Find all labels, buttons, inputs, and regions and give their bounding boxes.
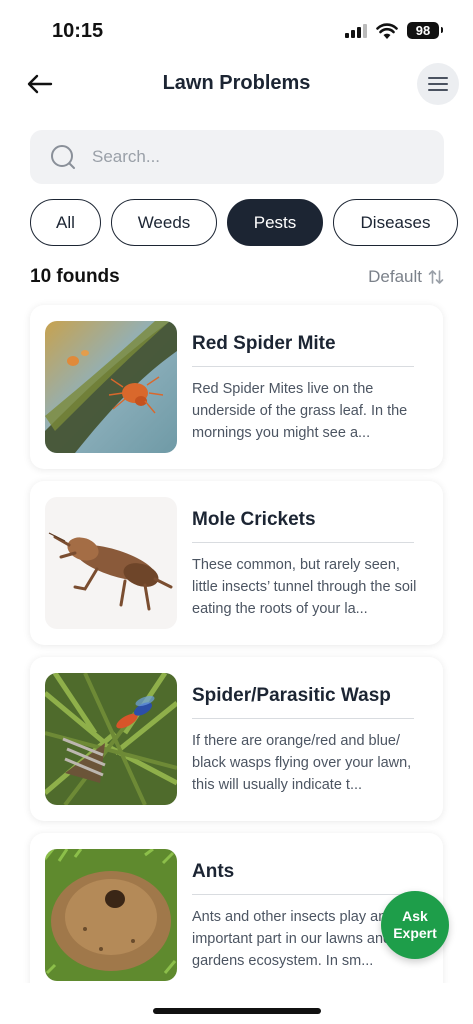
item-divider	[192, 366, 414, 367]
ask-expert-button[interactable]: Ask Expert	[381, 891, 449, 959]
bottom-safe-area	[0, 983, 473, 1024]
mole-cricket-image	[45, 497, 177, 629]
tab-weeds[interactable]: Weeds	[111, 199, 217, 246]
search-input[interactable]	[92, 130, 422, 184]
battery-icon: 98	[407, 22, 443, 39]
item-divider	[192, 894, 414, 895]
results-header: 10 founds Default	[30, 266, 444, 290]
item-title: Spider/Parasitic Wasp	[192, 685, 391, 706]
menu-button[interactable]	[417, 63, 459, 105]
item-title: Ants	[192, 861, 235, 882]
red-spider-mite-image	[45, 321, 177, 453]
menu-icon	[428, 77, 448, 79]
app-header: Lawn Problems	[0, 60, 473, 108]
filter-tabs: All Weeds Pests Diseases	[30, 199, 473, 247]
sort-arrows-icon	[428, 270, 444, 284]
tab-all[interactable]: All	[30, 199, 101, 246]
tab-pests[interactable]: Pests	[227, 199, 323, 246]
status-bar: 10:15 98	[0, 0, 473, 60]
ant-hill-image	[45, 849, 177, 981]
item-divider	[192, 718, 414, 719]
list-item[interactable]: Spider/Parasitic Wasp If there are orang…	[30, 657, 443, 821]
status-time: 10:15	[52, 20, 104, 42]
results-count: 10 founds	[30, 266, 120, 287]
list-item[interactable]: Mole Crickets These common, but rarely s…	[30, 481, 443, 645]
item-title: Red Spider Mite	[192, 333, 336, 354]
search-bar	[30, 130, 444, 184]
item-description: If there are orange/red and blue/ black …	[192, 733, 412, 793]
search-icon	[51, 145, 75, 169]
wifi-icon	[376, 23, 398, 39]
item-description: These common, but rarely seen, little in…	[192, 557, 417, 617]
sort-label: Default	[368, 267, 422, 286]
sort-button[interactable]: Default	[368, 267, 444, 287]
item-title: Mole Crickets	[192, 509, 316, 530]
list-item[interactable]: Ants Ants and other insects play an impo…	[30, 833, 443, 997]
home-indicator	[153, 1008, 321, 1014]
cellular-signal-icon	[345, 24, 369, 38]
parasitic-wasp-image	[45, 673, 177, 805]
page-title: Lawn Problems	[162, 72, 311, 94]
item-divider	[192, 542, 414, 543]
tab-diseases[interactable]: Diseases	[333, 199, 458, 246]
item-description: Red Spider Mites live on the underside o…	[192, 381, 408, 441]
list-item[interactable]: Red Spider Mite Red Spider Mites live on…	[30, 305, 443, 469]
